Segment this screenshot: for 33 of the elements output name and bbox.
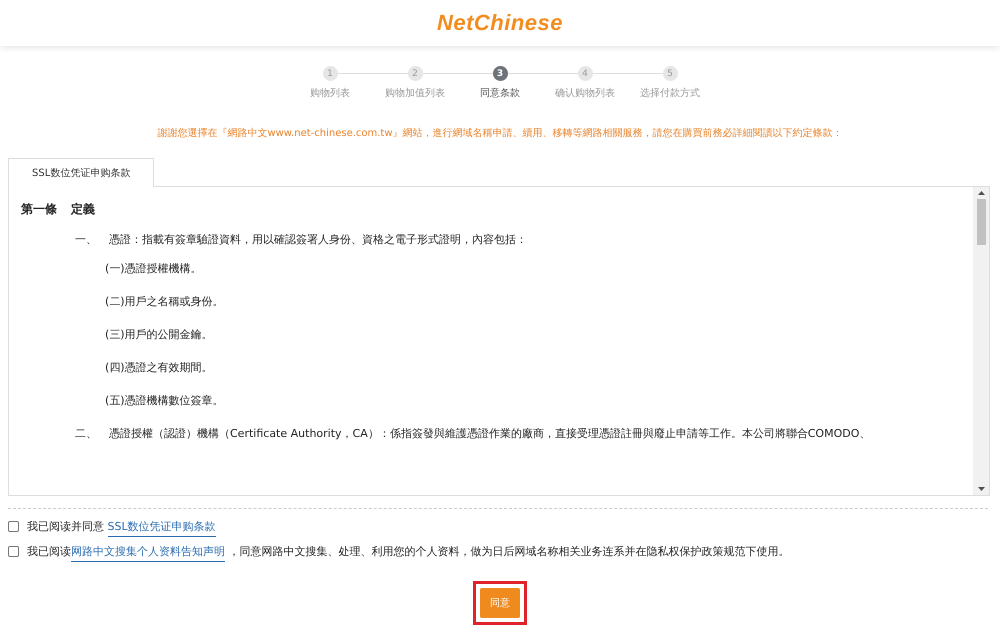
step-label: 购物列表 xyxy=(310,86,350,100)
terms-link[interactable]: SSL数位凭证申购条款 xyxy=(108,520,216,537)
step-number: 5 xyxy=(662,66,678,81)
step-number: 4 xyxy=(578,66,592,81)
clause-item: (四)憑證之有效期間。 xyxy=(105,360,214,375)
clause-item: (一)憑證授權機構。 xyxy=(105,261,203,276)
step-label: 购物加值列表 xyxy=(385,86,445,100)
step-number: 3 xyxy=(492,66,508,81)
clause-number: 二、 xyxy=(75,426,97,441)
clause-number: 一、 xyxy=(75,232,97,247)
clause-item: (二)用戶之名稱或身份。 xyxy=(105,294,225,309)
scroll-up-icon[interactable] xyxy=(978,191,984,195)
notice-text: 謝謝您選擇在『網路中文www.net-chinese.com.tw』網站，進行網域名稱申請、續用、移轉等網路相關服務，請您在購買前務必詳細閱讀以下約定條款： xyxy=(156,126,844,140)
clause-text: 憑證：指載有簽章驗證資料，用以確認簽署人身份、資格之電子形式證明，內容包括： xyxy=(109,232,527,247)
step-number: 1 xyxy=(322,66,338,81)
step-label: 选择付款方式 xyxy=(640,86,700,100)
scrollbar-thumb[interactable] xyxy=(976,199,986,245)
terms-link[interactable]: 网路中文搜集个人资料告知声明 xyxy=(71,545,225,562)
clause-text: 憑證授權（認證）機構（Certificate Authority，CA）：係指簽發與維護憑證作業的廠商，直接受理憑證註冊與廢止申請等工作。本公司將聯合COMODO、 xyxy=(109,426,870,441)
checkbox[interactable] xyxy=(8,521,19,532)
clause-item: (五)憑證機構數位簽章。 xyxy=(105,393,225,408)
step-number: 2 xyxy=(408,66,422,81)
agreement-text: 我已阅读并同意 SSL数位凭证申购条款 xyxy=(27,519,216,534)
article-number: 第一條 xyxy=(21,201,57,218)
step-label: 确认购物列表 xyxy=(555,86,615,100)
scrollbar[interactable] xyxy=(973,187,989,495)
step-label: 同意条款 xyxy=(480,86,520,100)
checkbox[interactable] xyxy=(8,546,19,557)
agreement-text: 我已阅读网路中文搜集个人资料告知声明 ，同意网路中文搜集、处理、利用您的个人资料，做为日后网域名称相关业务连系并在隐私权保护政策规范下使用。 xyxy=(27,544,790,559)
clause-item: (三)用戶的公開金鑰。 xyxy=(105,327,214,342)
article-title: 定義 xyxy=(71,201,95,218)
scroll-down-icon[interactable] xyxy=(978,487,984,491)
tab[interactable]: SSL数位凭证申购条款 xyxy=(8,158,154,187)
